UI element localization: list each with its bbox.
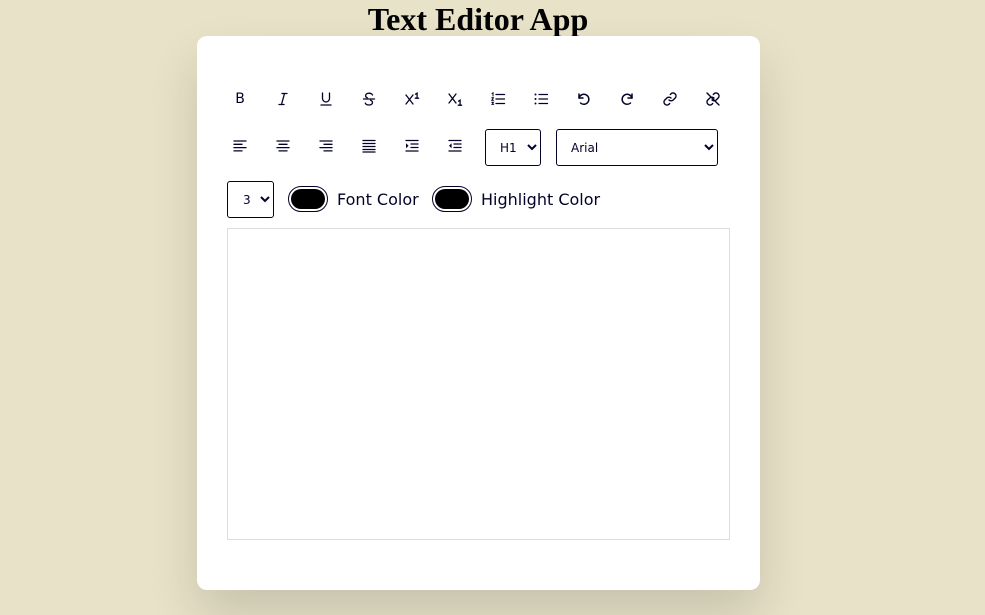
highlight-color-label: Highlight Color <box>481 189 601 209</box>
strikethrough-icon <box>362 92 376 106</box>
justify-button[interactable] <box>353 130 385 162</box>
redo-button[interactable] <box>611 83 643 115</box>
underline-icon <box>320 92 332 106</box>
align-center-icon <box>276 140 290 152</box>
ordered-list-icon <box>490 91 506 105</box>
align-right-button[interactable] <box>310 130 342 162</box>
outdent-button[interactable] <box>439 130 471 162</box>
bold-icon: B <box>235 91 245 107</box>
superscript-button[interactable] <box>396 83 428 115</box>
page-title: Text Editor App <box>367 1 589 37</box>
font-color-control: Font Color <box>288 186 419 212</box>
align-left-button[interactable] <box>224 130 256 162</box>
subscript-icon <box>448 93 463 106</box>
ordered-list-button[interactable] <box>482 83 514 115</box>
highlight-color-picker[interactable] <box>432 186 472 212</box>
indent-button[interactable] <box>396 130 428 162</box>
align-center-button[interactable] <box>267 130 299 162</box>
align-right-icon <box>319 140 333 152</box>
unordered-list-icon <box>534 93 549 105</box>
superscript-icon <box>405 92 420 105</box>
font-color-label: Font Color <box>337 189 419 209</box>
link-icon <box>663 92 677 106</box>
editor-card: B H1 Arial 3 Font Color Highlight Color <box>197 36 760 590</box>
unlink-icon <box>706 92 720 106</box>
italic-button[interactable] <box>267 83 299 115</box>
underline-button[interactable] <box>310 83 342 115</box>
highlight-color-swatch <box>435 189 469 209</box>
font-color-swatch <box>291 189 325 209</box>
font-size-select[interactable]: 3 <box>227 181 274 218</box>
font-family-select[interactable]: Arial <box>556 129 718 166</box>
undo-icon <box>578 93 590 106</box>
strikethrough-button[interactable] <box>353 83 385 115</box>
subscript-button[interactable] <box>439 83 471 115</box>
unlink-button[interactable] <box>697 83 729 115</box>
bold-button[interactable]: B <box>224 83 256 115</box>
create-link-button[interactable] <box>654 83 686 115</box>
unordered-list-button[interactable] <box>525 83 557 115</box>
align-justify-icon <box>362 139 376 153</box>
indent-icon <box>405 139 419 152</box>
heading-select[interactable]: H1 <box>485 129 541 166</box>
undo-button[interactable] <box>568 83 600 115</box>
highlight-color-control: Highlight Color <box>432 186 600 212</box>
italic-icon <box>278 92 288 106</box>
text-input-area[interactable] <box>227 228 730 540</box>
font-color-picker[interactable] <box>288 186 328 212</box>
redo-icon <box>621 93 633 106</box>
align-left-icon <box>233 140 247 152</box>
outdent-icon <box>448 139 462 152</box>
